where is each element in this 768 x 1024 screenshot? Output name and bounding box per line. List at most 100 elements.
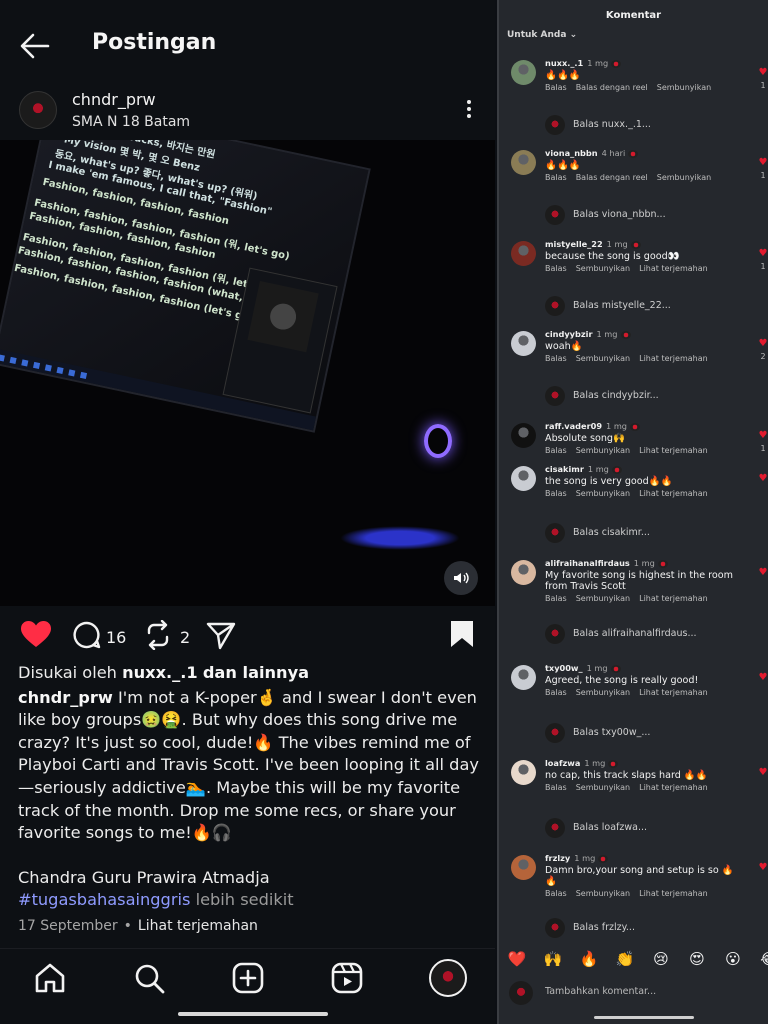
username-text[interactable]: cisakimr xyxy=(545,464,584,474)
more-options-icon[interactable] xyxy=(462,98,476,122)
username-text[interactable]: cindyybzir xyxy=(545,329,593,339)
commenter-avatar[interactable] xyxy=(511,665,536,690)
username-text[interactable]: raff.vader09 xyxy=(545,421,602,431)
commenter-username[interactable]: cisakimr 1 mg xyxy=(545,464,622,474)
comment-action-lihat-terjemahan[interactable]: Lihat terjemahan xyxy=(639,889,708,898)
username-text[interactable]: mistyelle_22 xyxy=(545,239,603,249)
show-less-link[interactable]: lebih sedikit xyxy=(196,890,294,909)
quick-emoji-button[interactable]: 👏 xyxy=(607,950,643,968)
comment-action-balas[interactable]: Balas xyxy=(545,354,567,363)
author-username[interactable]: chndr_prw xyxy=(72,90,156,109)
comment-like-icon[interactable]: ♥ 2 xyxy=(756,339,768,362)
username-text[interactable]: alifraihanalfirdaus xyxy=(545,558,630,568)
comment-action-lihat-terjemahan[interactable]: Lihat terjemahan xyxy=(639,354,708,363)
comment-icon[interactable] xyxy=(72,620,102,654)
reply-input[interactable]: Balas loafzwa... xyxy=(573,822,647,833)
reply-input[interactable]: Balas cisakimr... xyxy=(573,527,650,538)
comment-action-balas[interactable]: Balas xyxy=(545,489,567,498)
commenter-username[interactable]: alifraihanalfirdaus 1 mg xyxy=(545,558,668,568)
quick-emoji-button[interactable]: 🙌 xyxy=(535,950,571,968)
username-text[interactable]: txy00w_ xyxy=(545,663,583,673)
comment-action-sembunyikan[interactable]: Sembunyikan xyxy=(576,688,630,697)
comment-action-lihat-terjemahan[interactable]: Lihat terjemahan xyxy=(639,446,708,455)
commenter-username[interactable]: cindyybzir 1 mg xyxy=(545,329,631,339)
comment-action-lihat-terjemahan[interactable]: Lihat terjemahan xyxy=(639,489,708,498)
comment-like-icon[interactable]: ♥ xyxy=(756,768,768,778)
username-text[interactable]: frzlzy xyxy=(545,853,570,863)
comment-action-balas[interactable]: Balas xyxy=(545,688,567,697)
reply-input[interactable]: Balas cindyybzir... xyxy=(573,390,659,401)
comment-action-lihat-terjemahan[interactable]: Lihat terjemahan xyxy=(639,688,708,697)
reply-input[interactable]: Balas nuxx._.1... xyxy=(573,119,651,130)
create-post-icon[interactable] xyxy=(231,961,265,995)
share-send-icon[interactable] xyxy=(206,620,236,654)
commenter-username[interactable]: loafzwa 1 mg xyxy=(545,758,619,768)
comment-like-icon[interactable]: ♥ xyxy=(756,673,768,683)
comment-action-balas[interactable]: Balas xyxy=(545,173,567,182)
comment-action-balas[interactable]: Balas xyxy=(545,783,567,792)
comment-like-icon[interactable]: ♥ xyxy=(756,568,768,578)
bookmark-icon[interactable] xyxy=(450,620,474,652)
commenter-avatar[interactable] xyxy=(511,60,536,85)
reply-input[interactable]: Balas alifraihanalfirdaus... xyxy=(573,628,697,639)
username-text[interactable]: nuxx._.1 xyxy=(545,58,583,68)
volume-icon[interactable] xyxy=(444,561,478,595)
commenter-avatar[interactable] xyxy=(511,423,536,448)
comment-action-balas[interactable]: Balas xyxy=(545,446,567,455)
comment-action-balas-dengan-reel[interactable]: Balas dengan reel xyxy=(576,173,648,182)
commenter-avatar[interactable] xyxy=(511,466,536,491)
quick-emoji-button[interactable]: 😍 xyxy=(679,950,715,968)
comment-action-sembunyikan[interactable]: Sembunyikan xyxy=(576,889,630,898)
comment-action-sembunyikan[interactable]: Sembunyikan xyxy=(576,783,630,792)
comment-like-icon[interactable]: ♥ 1 xyxy=(756,431,768,454)
comment-action-sembunyikan[interactable]: Sembunyikan xyxy=(576,446,630,455)
commenter-avatar[interactable] xyxy=(511,150,536,175)
comment-like-icon[interactable]: ♥ 1 xyxy=(756,249,768,272)
quick-emoji-button[interactable]: 😢 xyxy=(643,950,679,968)
comment-action-balas[interactable]: Balas xyxy=(545,889,567,898)
commenter-username[interactable]: nuxx._.1 1 mg xyxy=(545,58,622,68)
username-text[interactable]: loafzwa xyxy=(545,758,580,768)
author-avatar[interactable] xyxy=(19,91,57,129)
commenter-username[interactable]: raff.vader09 1 mg xyxy=(545,421,641,431)
comment-action-sembunyikan[interactable]: Sembunyikan xyxy=(576,594,630,603)
comment-action-balas[interactable]: Balas xyxy=(545,594,567,603)
liked-by-line[interactable]: Disukai oleh nuxx._.1 dan lainnya xyxy=(18,662,480,685)
comment-action-lihat-terjemahan[interactable]: Lihat terjemahan xyxy=(639,783,708,792)
comment-like-icon[interactable]: ♥ xyxy=(756,863,768,873)
post-video[interactable]: 내 티, five bucks, 바지는 만원 My vision 몇 박, 몇… xyxy=(0,140,495,606)
commenter-avatar[interactable] xyxy=(511,560,536,585)
commenter-username[interactable]: mistyelle_22 1 mg xyxy=(545,239,641,249)
quick-emoji-button[interactable]: 😂 xyxy=(751,950,768,968)
comment-action-balas[interactable]: Balas xyxy=(545,83,567,92)
comment-input[interactable]: Tambahkan komentar... xyxy=(545,986,656,997)
caption-username[interactable]: chndr_prw xyxy=(18,688,113,707)
repost-icon[interactable] xyxy=(144,619,172,654)
comment-action-balas-dengan-reel[interactable]: Balas dengan reel xyxy=(576,83,648,92)
reply-input[interactable]: Balas txy00w_... xyxy=(573,727,650,738)
reply-input[interactable]: Balas mistyelle_22... xyxy=(573,300,671,311)
search-icon[interactable] xyxy=(132,961,166,995)
comment-like-icon[interactable]: ♥ 1 xyxy=(756,68,768,91)
sort-dropdown[interactable]: Untuk Anda ⌄ xyxy=(507,30,577,40)
commenter-username[interactable]: txy00w_ 1 mg xyxy=(545,663,621,673)
quick-emoji-button[interactable]: ❤️ xyxy=(499,950,535,968)
like-heart-icon[interactable] xyxy=(20,620,52,652)
quick-emoji-button[interactable]: 🔥 xyxy=(571,950,607,968)
profile-avatar-tab[interactable] xyxy=(429,959,467,997)
comment-action-lihat-terjemahan[interactable]: Lihat terjemahan xyxy=(639,594,708,603)
commenter-avatar[interactable] xyxy=(511,855,536,880)
hashtag-link[interactable]: #tugasbahasainggris xyxy=(18,890,190,909)
commenter-avatar[interactable] xyxy=(511,760,536,785)
reels-icon[interactable] xyxy=(330,961,364,995)
commenter-username[interactable]: frzlzy 1 mg xyxy=(545,853,609,863)
quick-emoji-button[interactable]: 😮 xyxy=(715,950,751,968)
reply-input[interactable]: Balas viona_nbbn... xyxy=(573,209,666,220)
home-icon[interactable] xyxy=(33,961,67,995)
author-location[interactable]: SMA N 18 Batam xyxy=(72,114,190,130)
comment-action-sembunyikan[interactable]: Sembunyikan xyxy=(576,264,630,273)
comment-action-balas[interactable]: Balas xyxy=(545,264,567,273)
back-arrow-icon[interactable] xyxy=(18,32,52,60)
comment-like-icon[interactable]: ♥ xyxy=(756,474,768,484)
commenter-username[interactable]: viona_nbbn 4 hari xyxy=(545,148,639,158)
